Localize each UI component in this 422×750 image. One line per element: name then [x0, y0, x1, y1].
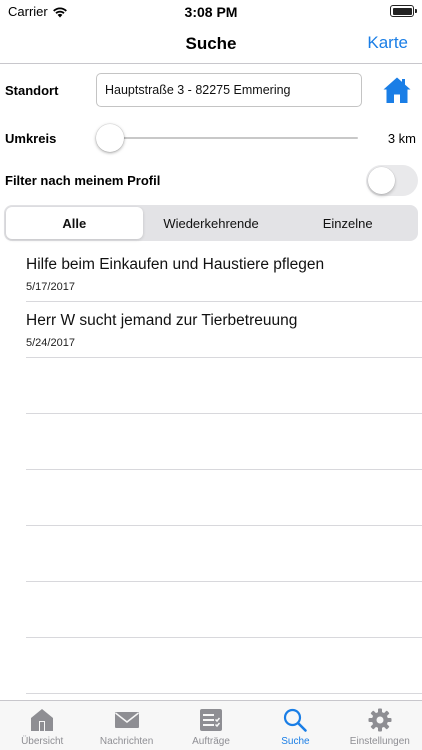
type-segmented-control: Alle Wiederkehrende Einzelne	[4, 205, 418, 241]
address-input[interactable]	[96, 73, 362, 107]
tab-label: Nachrichten	[99, 736, 154, 747]
location-label: Standort	[5, 83, 59, 98]
radius-slider-thumb[interactable]	[96, 124, 124, 152]
tab-suche[interactable]: Suche	[253, 701, 337, 750]
magnifier-icon	[284, 708, 308, 732]
item-date: 5/17/2017	[26, 281, 75, 293]
radius-label: Umkreis	[5, 131, 57, 146]
checklist-icon	[200, 709, 223, 731]
envelope-icon	[114, 712, 139, 728]
tab-nachrichten[interactable]: Nachrichten	[84, 701, 168, 750]
map-button[interactable]: Karte	[367, 33, 408, 53]
toggle-knob	[368, 167, 395, 194]
profile-filter-toggle[interactable]	[366, 165, 418, 196]
segment-wiederkehrende[interactable]: Wiederkehrende	[143, 207, 280, 239]
segment-einzelne[interactable]: Einzelne	[279, 207, 416, 239]
list-item[interactable]: Hilfe beim Einkaufen und Haustiere pfleg…	[26, 246, 422, 302]
navigation-bar: Suche Karte	[0, 24, 422, 64]
filter-row: Filter nach meinem Profil	[0, 162, 422, 200]
tab-bar: Übersicht Nachrichten Aufträge Suche Ein…	[0, 700, 422, 750]
tab-label: Suche	[281, 736, 310, 747]
empty-row	[26, 526, 422, 582]
gear-icon	[368, 708, 392, 732]
item-title: Herr W sucht jemand zur Tierbetreuung	[26, 312, 298, 329]
tab-label: Einstellungen	[349, 736, 410, 747]
empty-row	[26, 638, 422, 694]
empty-row	[26, 582, 422, 638]
home-icon[interactable]	[382, 76, 412, 104]
empty-row	[26, 358, 422, 414]
page-title: Suche	[185, 34, 237, 53]
house-icon	[31, 709, 54, 731]
tab-einstellungen[interactable]: Einstellungen	[338, 701, 422, 750]
radius-value: 3 km	[387, 131, 416, 146]
empty-row	[26, 470, 422, 526]
tab-label: Aufträge	[192, 736, 230, 747]
list-item[interactable]: Herr W sucht jemand zur Tierbetreuung 5/…	[26, 302, 422, 358]
status-bar: Carrier 3:08 PM	[0, 0, 422, 24]
item-date: 5/24/2017	[26, 337, 75, 349]
results-list: Hilfe beim Einkaufen und Haustiere pfleg…	[0, 246, 422, 694]
tab-label: Übersicht	[21, 736, 64, 747]
tab-auftraege[interactable]: Aufträge	[169, 701, 253, 750]
filter-label: Filter nach meinem Profil	[5, 173, 161, 188]
item-title: Hilfe beim Einkaufen und Haustiere pfleg…	[26, 256, 325, 273]
segment-alle[interactable]: Alle	[6, 207, 143, 239]
tab-uebersicht[interactable]: Übersicht	[0, 701, 84, 750]
radius-slider-track[interactable]	[110, 137, 358, 139]
radius-row: Umkreis 3 km	[0, 118, 422, 158]
status-time: 3:08 PM	[184, 4, 238, 20]
location-row: Standort	[0, 66, 422, 116]
empty-row	[26, 414, 422, 470]
battery-icon	[390, 5, 417, 17]
